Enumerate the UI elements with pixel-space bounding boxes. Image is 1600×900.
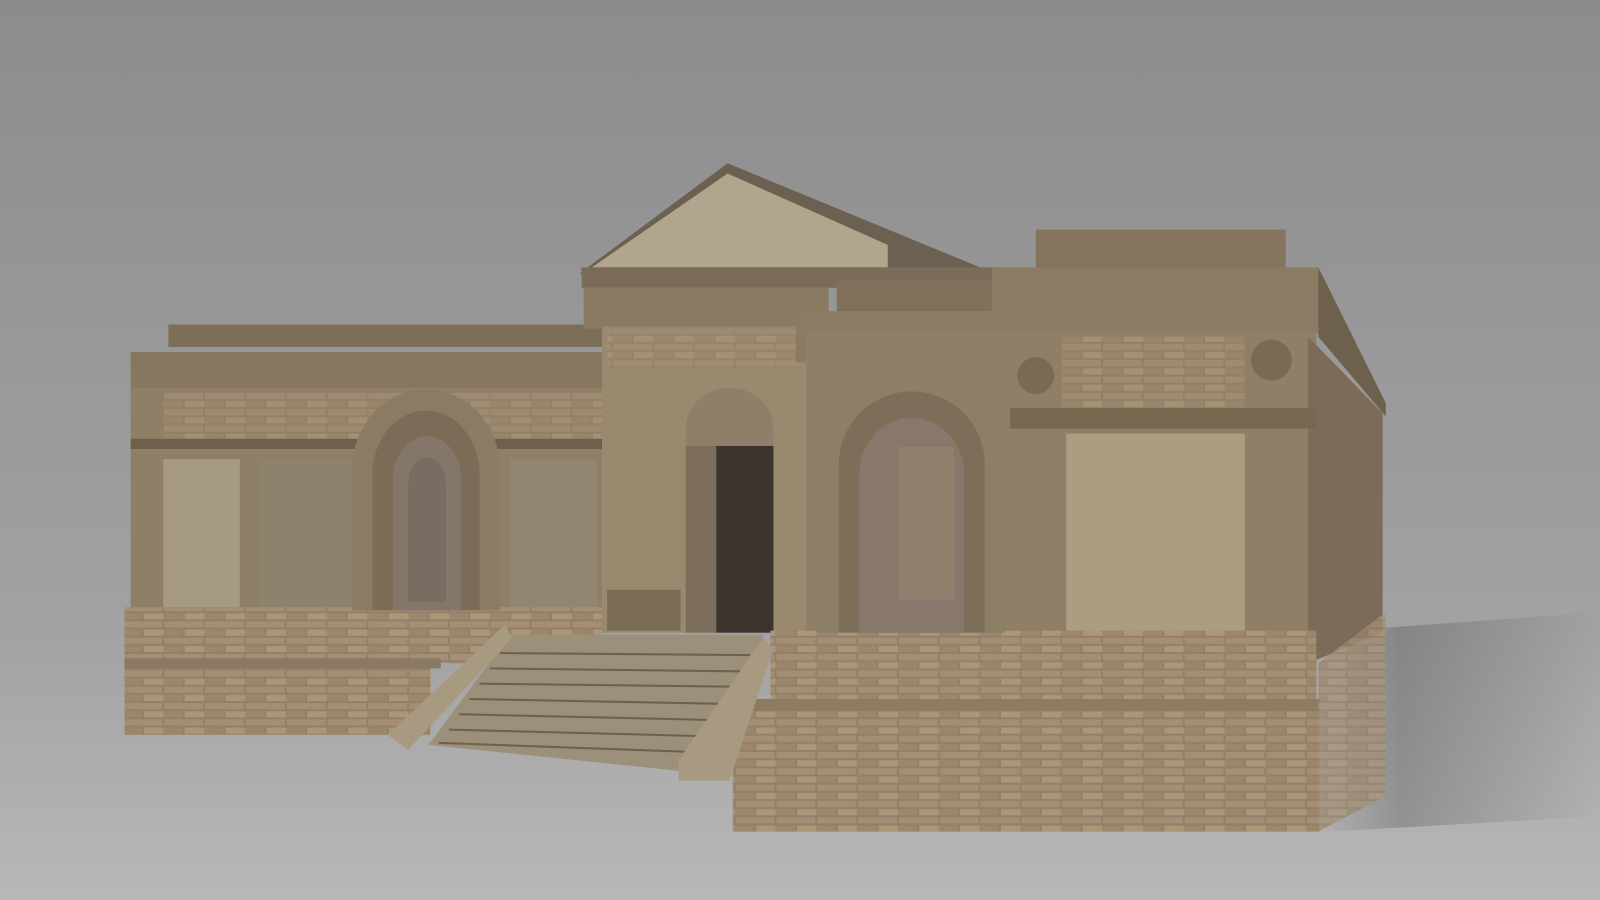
doorway xyxy=(714,445,774,633)
relief-panel xyxy=(897,446,955,600)
right-arch xyxy=(816,361,1006,633)
rosette-ornament xyxy=(1251,339,1292,381)
rosette-ornament xyxy=(1017,357,1055,394)
left-arch xyxy=(352,389,500,611)
render-canvas xyxy=(0,0,1600,900)
